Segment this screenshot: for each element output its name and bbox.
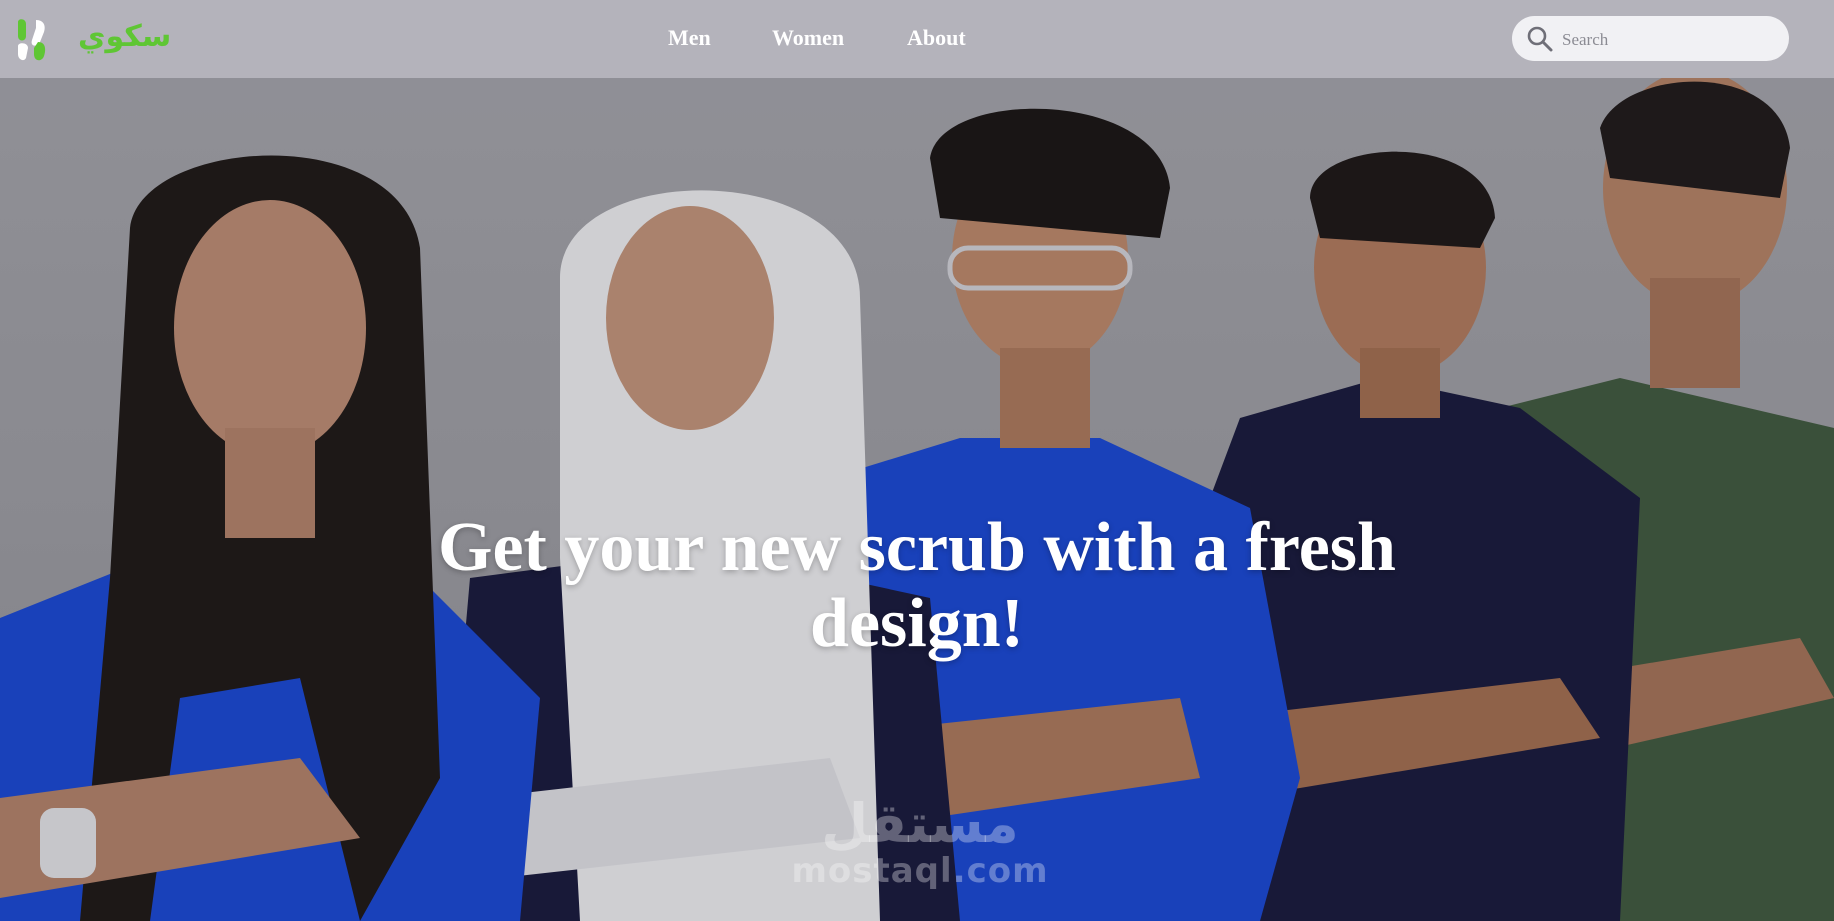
watermark: مستقل mostaql.com [780,792,1060,891]
site-header: سكوي Men Women About [0,0,1834,78]
search-input[interactable] [1560,24,1779,55]
search-icon[interactable] [1526,25,1554,53]
watermark-logo: مستقل [821,792,1019,855]
watermark-url: mostaql.com [791,851,1049,891]
landing-page: سكوي Men Women About Search Get your new… [0,0,1834,921]
search-box [1512,16,1789,61]
brand-wordmark[interactable]: سكوي [78,18,171,56]
nav-link-about[interactable]: About [907,24,966,52]
hero-banner: Get your new scrub with a fresh design! … [0,78,1834,921]
brand-logo-icon[interactable] [14,16,50,62]
nav-link-women[interactable]: Women [772,24,844,52]
hero-headline: Get your new scrub with a fresh design! [438,508,1396,662]
nav-link-men[interactable]: Men [668,24,711,52]
